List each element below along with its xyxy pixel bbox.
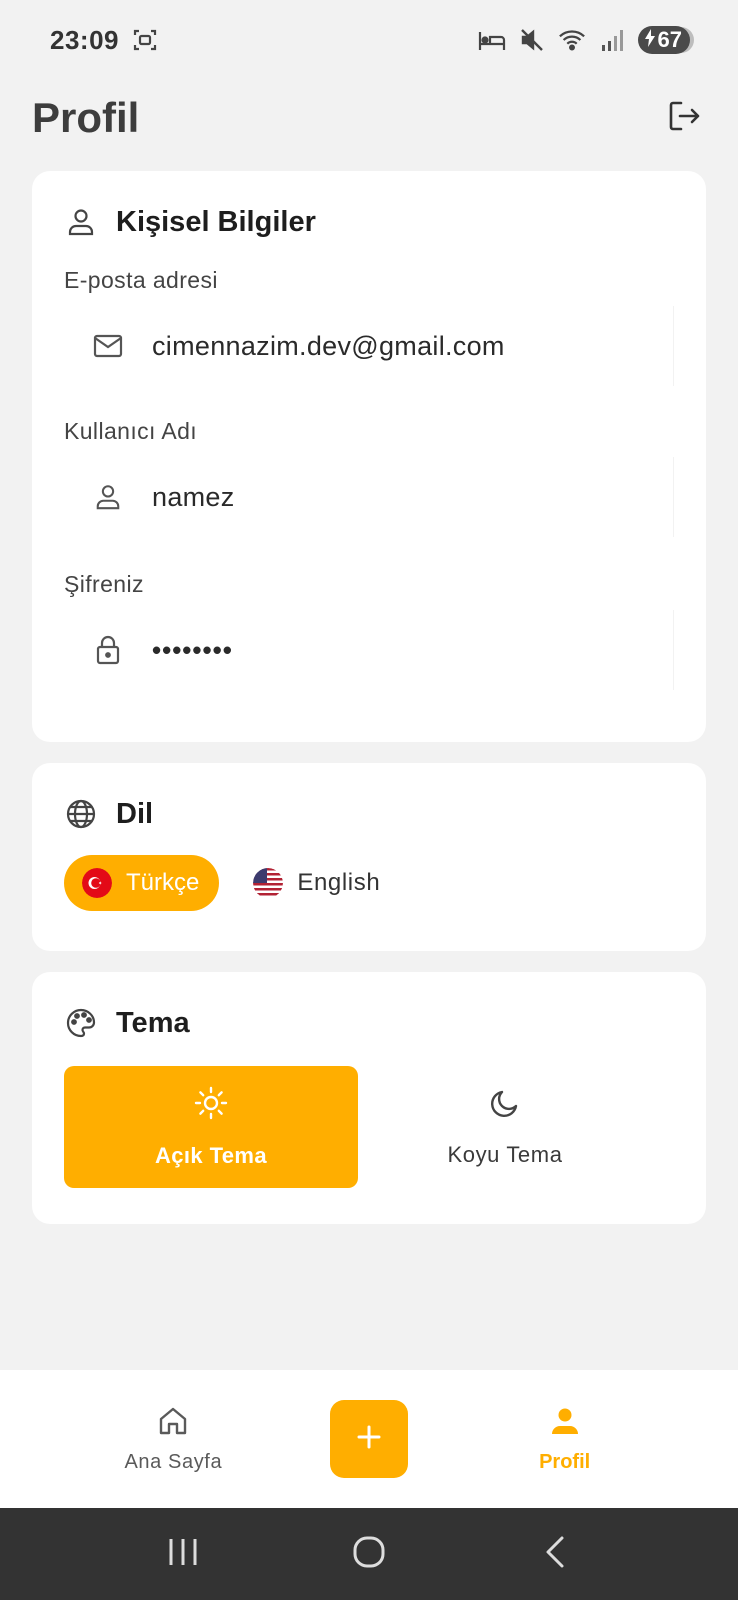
turkey-flag-icon <box>82 868 112 898</box>
language-option-label: Türkçe <box>126 869 200 896</box>
system-home-button[interactable] <box>339 1524 399 1584</box>
wifi-icon <box>558 26 586 54</box>
nav-item-label: Profil <box>539 1450 591 1473</box>
nav-item-label: Ana Sayfa <box>124 1450 223 1473</box>
theme-option-label: Açık Tema <box>154 1143 268 1168</box>
theme-card: Tema Açık Tema Koyu Tema <box>32 972 706 1224</box>
password-label: Şifreniz <box>64 571 144 597</box>
personal-info-header: Kişisel Bilgiler <box>64 205 674 239</box>
add-button[interactable] <box>329 1400 408 1478</box>
battery-charging-icon <box>644 27 656 53</box>
home-circle-icon <box>352 1535 386 1574</box>
email-value: cimennazim.dev@gmail.com <box>152 330 505 361</box>
battery-indicator: 67 <box>637 26 690 54</box>
theme-option-dark[interactable]: Koyu Tema <box>358 1066 652 1188</box>
lock-icon <box>90 632 126 668</box>
profile-screen: 23:09 67 Profil Kişisel Bilgiler E-posta… <box>0 0 738 1600</box>
page-header: Profil <box>32 88 706 148</box>
language-card: Dil Türkçe English <box>32 763 706 951</box>
language-header: Dil <box>64 797 674 831</box>
personal-info-title: Kişisel Bilgiler <box>116 205 316 238</box>
recents-button[interactable] <box>153 1524 213 1584</box>
user-icon <box>64 205 98 239</box>
page-title: Profil <box>32 94 140 141</box>
palette-icon <box>64 1006 98 1040</box>
battery-level: 67 <box>657 27 682 52</box>
language-option-turkish[interactable]: Türkçe <box>64 855 220 911</box>
nav-item-profile[interactable]: Profil <box>495 1405 635 1474</box>
bottom-navigation: Ana Sayfa Profil <box>0 1370 738 1508</box>
theme-option-label: Koyu Tema <box>447 1142 563 1167</box>
back-icon <box>543 1535 567 1574</box>
us-flag-icon <box>253 868 284 898</box>
sun-icon <box>193 1085 229 1127</box>
language-option-english[interactable]: English <box>235 855 401 911</box>
user-icon <box>90 479 126 515</box>
status-right: 67 <box>478 26 690 54</box>
screenshot-icon <box>131 26 159 54</box>
theme-header: Tema <box>64 1006 674 1040</box>
username-label: Kullanıcı Adı <box>64 418 198 444</box>
personal-info-card: Kişisel Bilgiler E-posta adresi cimennaz… <box>32 171 706 742</box>
mail-icon <box>90 328 126 364</box>
language-title: Dil <box>116 797 154 830</box>
email-label: E-posta adresi <box>64 267 218 293</box>
username-field[interactable]: namez <box>64 457 674 537</box>
status-time: 23:09 <box>50 24 119 55</box>
email-field[interactable]: cimennazim.dev@gmail.com <box>64 306 674 386</box>
back-button[interactable] <box>525 1524 585 1584</box>
theme-title: Tema <box>116 1006 190 1039</box>
language-options: Türkçe English <box>64 855 674 911</box>
mute-icon <box>518 26 546 54</box>
logout-button[interactable] <box>662 96 706 140</box>
recents-icon <box>166 1537 200 1572</box>
language-option-label: English <box>297 869 381 896</box>
logout-icon <box>667 99 701 138</box>
signal-icon <box>598 26 626 54</box>
password-field[interactable]: •••••••• <box>64 610 674 690</box>
theme-options: Açık Tema Koyu Tema <box>64 1066 674 1188</box>
globe-icon <box>64 797 98 831</box>
sleep-icon <box>478 26 506 54</box>
nav-item-home[interactable]: Ana Sayfa <box>103 1405 243 1474</box>
status-bar: 23:09 67 <box>0 0 738 80</box>
username-value: namez <box>152 481 235 512</box>
system-navigation-bar <box>0 1508 738 1600</box>
theme-option-light[interactable]: Açık Tema <box>64 1066 358 1188</box>
home-icon <box>157 1405 189 1443</box>
moon-icon <box>488 1086 522 1126</box>
password-value: •••••••• <box>152 634 233 665</box>
status-left: 23:09 <box>50 25 159 56</box>
person-icon <box>549 1405 581 1443</box>
plus-icon <box>354 1422 384 1457</box>
